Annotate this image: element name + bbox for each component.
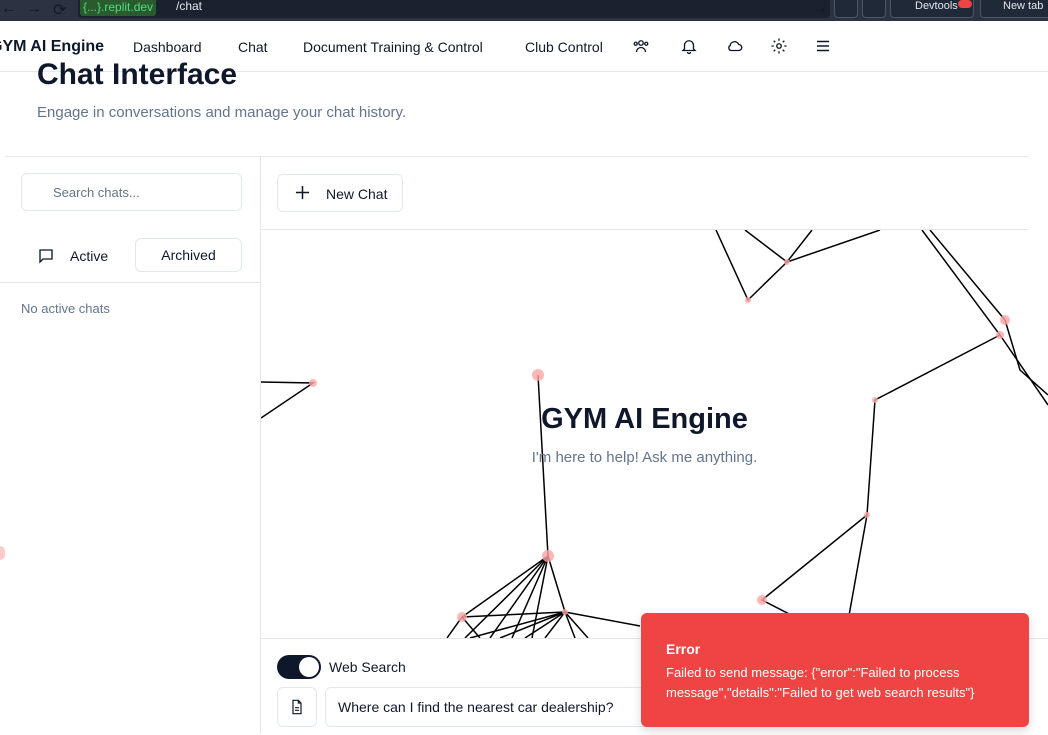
- page-title: Chat Interface: [37, 58, 238, 91]
- hero-title: GYM AI Engine: [541, 403, 748, 435]
- nav-club-control[interactable]: Club Control: [525, 39, 603, 55]
- tab-archived[interactable]: Archived: [135, 238, 242, 272]
- error-toast[interactable]: Error Failed to send message: {"error":"…: [641, 613, 1029, 727]
- users-icon[interactable]: [632, 37, 650, 55]
- tabs-divider: [0, 282, 260, 283]
- notification-badge: [958, 0, 972, 8]
- attach-file-button[interactable]: [277, 687, 317, 727]
- gear-icon[interactable]: [770, 37, 788, 55]
- nav-document-training[interactable]: Document Training & Control: [303, 39, 483, 55]
- reload-icon[interactable]: ⟳: [53, 0, 66, 20]
- web-search-toggle[interactable]: [277, 655, 321, 679]
- devtools-label: Devtools: [915, 0, 958, 12]
- palette-icon[interactable]: [862, 0, 886, 18]
- toggle-knob: [299, 657, 319, 677]
- search-chats-input[interactable]: [21, 173, 242, 211]
- message-square-icon: [39, 249, 53, 264]
- plus-icon: [295, 185, 310, 200]
- menu-icon[interactable]: [814, 37, 832, 55]
- web-search-label: Web Search: [329, 659, 406, 675]
- new-tab-button[interactable]: New tab: [980, 0, 1048, 18]
- new-chat-button[interactable]: New Chat: [277, 174, 403, 212]
- bell-icon[interactable]: [680, 37, 698, 55]
- section-divider: [5, 156, 1029, 157]
- go-arrow-icon[interactable]: →: [812, 0, 828, 18]
- arrow-right-icon[interactable]: →: [26, 0, 42, 18]
- brand-logo-text[interactable]: GYM AI Engine: [0, 38, 104, 56]
- url-path: /chat: [176, 0, 203, 13]
- url-host: {...}.replit.dev: [80, 0, 157, 16]
- node-dot: [0, 546, 5, 560]
- empty-chats-text: No active chats: [21, 301, 110, 316]
- toast-title: Error: [666, 641, 701, 657]
- display-icon[interactable]: [834, 0, 858, 18]
- new-chat-label: New Chat: [326, 186, 388, 202]
- toast-message: Failed to send message: {"error":"Failed…: [666, 665, 975, 700]
- tab-active-label: Active: [70, 248, 109, 264]
- arrow-left-icon[interactable]: ←: [1, 0, 17, 18]
- nav-dashboard[interactable]: Dashboard: [133, 39, 202, 55]
- nav-chat[interactable]: Chat: [238, 39, 268, 55]
- cloud-icon[interactable]: [726, 37, 744, 55]
- tab-active[interactable]: Active: [21, 238, 131, 272]
- page-subtitle: Engage in conversations and manage your …: [37, 104, 407, 121]
- hero-subtitle: I'm here to help! Ask me anything.: [531, 449, 758, 466]
- file-icon: [292, 699, 302, 715]
- new-tab-label: New tab: [1003, 0, 1044, 12]
